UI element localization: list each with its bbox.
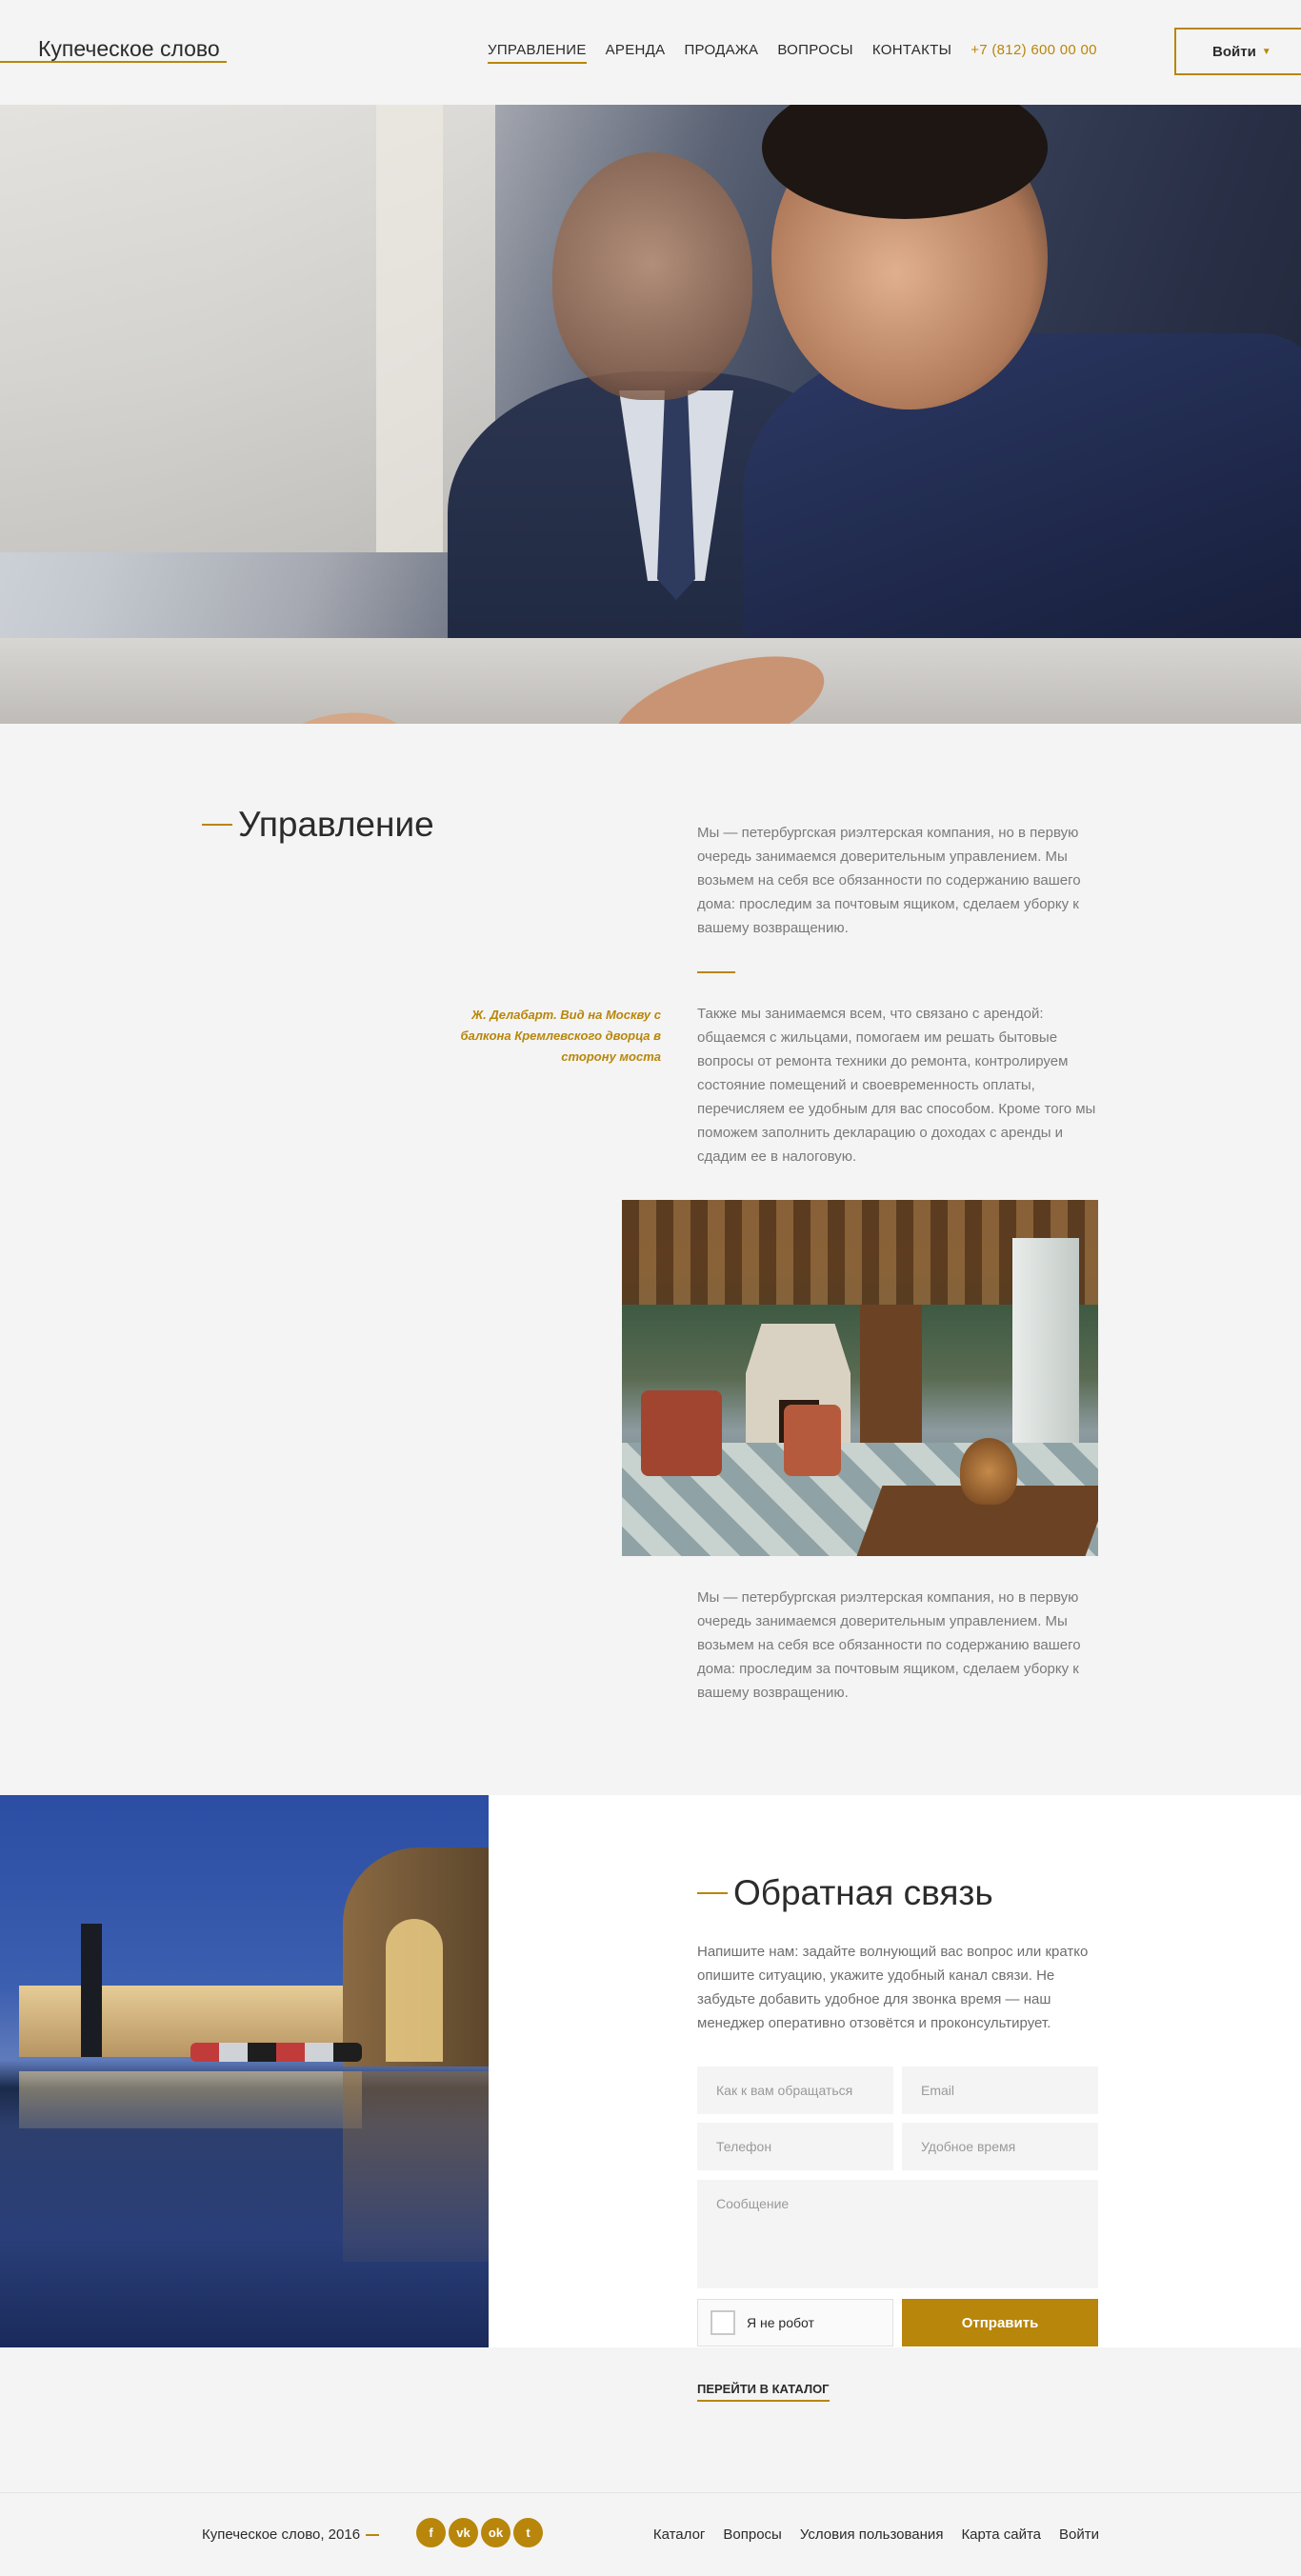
phone-link[interactable]: +7 (812) 600 00 00 [971,42,1097,58]
footer-link-sitemap[interactable]: Карта сайта [961,2526,1041,2543]
captcha-widget: Я не робот [697,2299,893,2346]
city-cars [190,2043,362,2062]
nav-item-questions[interactable]: ВОПРОСЫ [777,42,853,58]
management-paragraph-2: Также мы занимаемся всем, что связано с … [697,1006,1096,1165]
nav-item-management[interactable]: УПРАВЛЕНИЕ [488,42,587,64]
submit-button[interactable]: Отправить [902,2299,1098,2346]
login-button[interactable]: Войти ▼ [1174,28,1301,75]
footer-link-terms[interactable]: Условия пользования [800,2526,944,2543]
name-field[interactable] [697,2067,893,2114]
feedback-title: Обратная связь [697,1873,993,1913]
captcha-label: Я не робот [747,2315,814,2330]
facebook-icon[interactable]: f [416,2518,446,2547]
site-footer: Купеческое слово, 2016 f vk ok t Каталог… [0,2492,1301,2576]
copyright: Купеческое слово, 2016 [202,2526,380,2543]
chevron-down-icon: ▼ [1261,46,1271,57]
city-photo [0,1795,489,2347]
interior-vase [960,1438,1017,1505]
feedback-title-text: Обратная связь [733,1873,993,1912]
copyright-dash [366,2534,380,2537]
call-time-field[interactable] [902,2123,1098,2170]
hero-person-left-head [552,152,752,400]
logo-underline [0,61,227,63]
city-arch [386,1919,443,2062]
phone-field[interactable] [697,2123,893,2170]
footer-nav: Каталог Вопросы Условия пользования Карт… [635,2526,1099,2543]
captcha-checkbox[interactable] [711,2310,735,2335]
catalog-link[interactable]: ПЕРЕЙТИ В КАТАЛОГ [697,2382,830,2402]
logo-text: Купеческое слово [38,36,220,61]
management-title-text: Управление [238,805,434,844]
main-nav: УПРАВЛЕНИЕ АРЕНДА ПРОДАЖА ВОПРОСЫ КОНТАК… [488,42,1116,64]
message-field[interactable] [697,2180,1098,2288]
city-statue [81,1924,102,2057]
login-label: Войти [1212,43,1256,60]
nav-item-rent[interactable]: АРЕНДА [606,42,666,58]
social-links: f vk ok t [416,2518,546,2547]
hero-image [0,105,1301,724]
footer-link-login[interactable]: Войти [1059,2526,1099,2543]
nav-item-sale[interactable]: ПРОДАЖА [684,42,758,58]
section-divider [697,971,735,973]
site-logo[interactable]: Купеческое слово [0,36,227,65]
title-dash [202,824,232,827]
city-cathedral-reflection [343,2071,489,2262]
interior-photo [622,1200,1098,1556]
city-reflection [19,2071,362,2128]
management-title: Управление [202,805,434,845]
nav-item-contacts[interactable]: КОНТАКТЫ [872,42,951,58]
hero-pillar [376,105,443,552]
footer-link-catalog[interactable]: Каталог [653,2526,706,2543]
vk-icon[interactable]: vk [449,2518,478,2547]
odnoklassniki-icon[interactable]: ok [481,2518,510,2547]
feedback-description: Напишите нам: задайте волнующий вас вопр… [697,1944,1089,2031]
twitter-icon[interactable]: t [513,2518,543,2547]
email-field[interactable] [902,2067,1098,2114]
management-paragraph-3: Мы — петербургская риэлтерская компания,… [697,1589,1081,1701]
interior-door [860,1305,922,1448]
management-paragraph-1: Мы — петербургская риэлтерская компания,… [697,825,1081,936]
copyright-text: Купеческое слово, 2016 [202,2526,361,2543]
footer-link-questions[interactable]: Вопросы [723,2526,781,2543]
interior-armchair-2 [784,1405,841,1476]
title-dash [697,1892,728,1895]
site-header: Купеческое слово УПРАВЛЕНИЕ АРЕНДА ПРОДА… [0,0,1301,105]
interior-armchair-1 [641,1390,722,1476]
image-caption: Ж. Делабарт. Вид на Москву с балкона Кре… [460,1008,662,1064]
